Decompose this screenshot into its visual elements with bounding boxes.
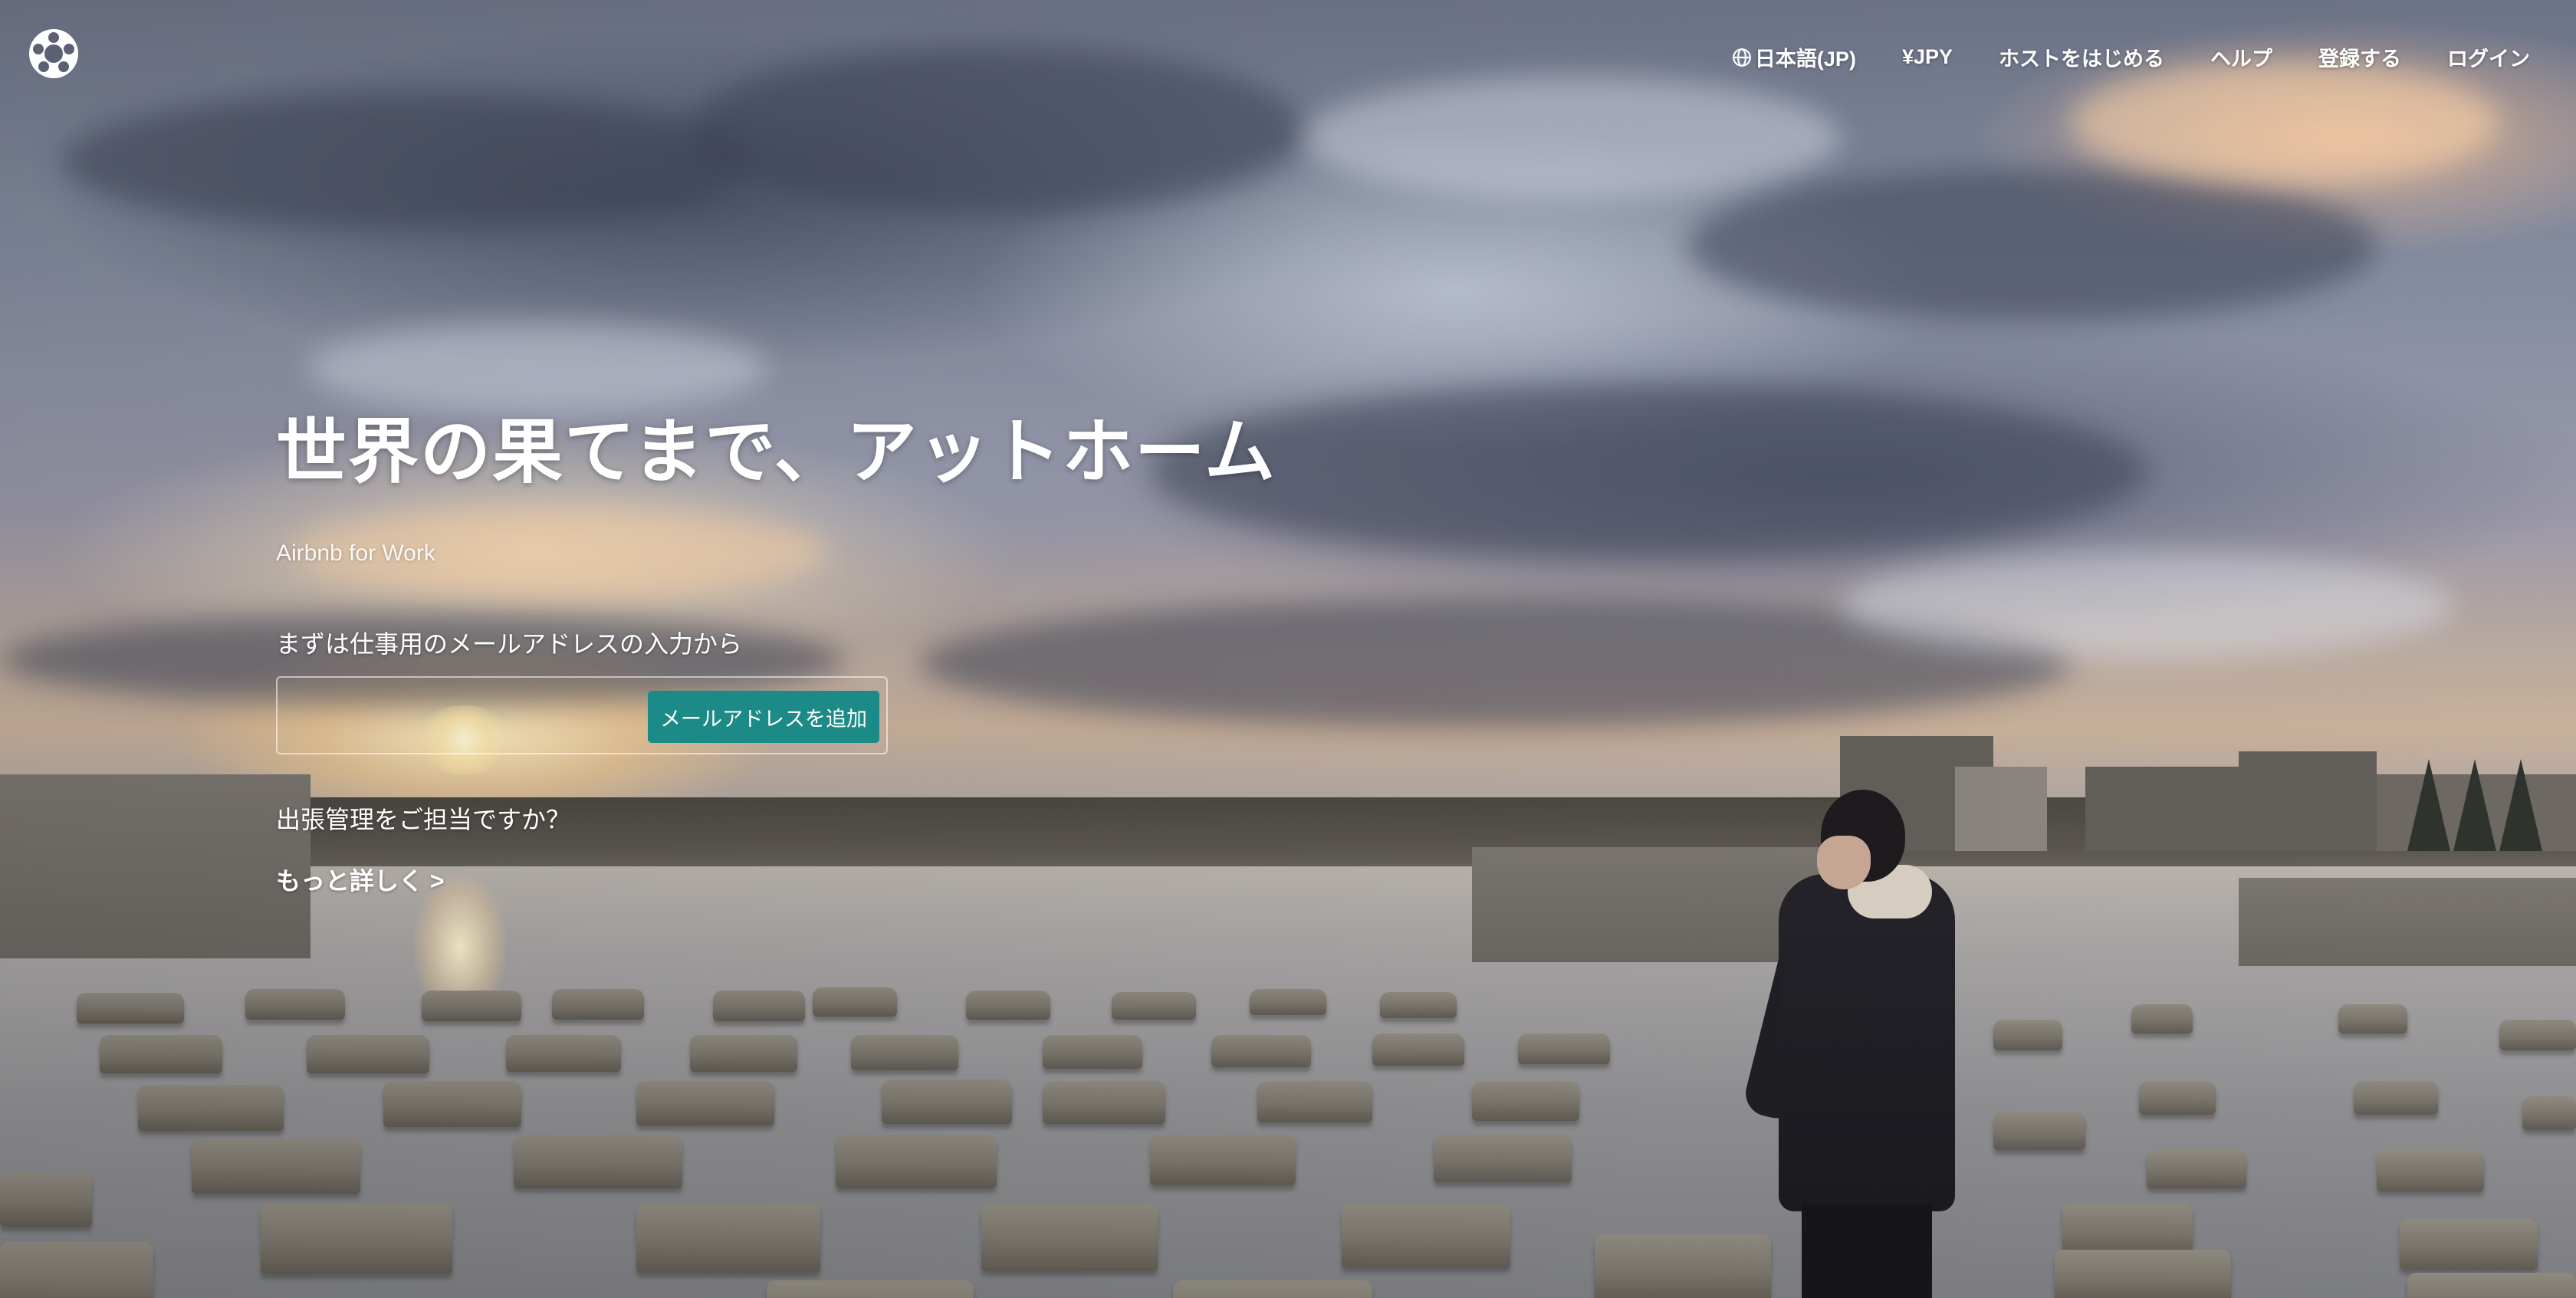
airbnb-logo-icon[interactable] (29, 29, 78, 78)
email-signup-form: メールアドレスを追加 (276, 676, 888, 754)
language-label: 日本語(JP) (1754, 48, 1856, 71)
become-host-link[interactable]: ホストをはじめる (1999, 42, 2164, 72)
hero-section: 世界の果てまで、アットホーム Airbnb for Work (276, 406, 1426, 569)
add-email-button[interactable]: メールアドレスを追加 (648, 691, 879, 743)
globe-icon (1733, 48, 1751, 67)
currency-selector[interactable]: ¥JPY (1902, 45, 1953, 69)
signup-link[interactable]: 登録する (2318, 42, 2401, 72)
login-link[interactable]: ログイン (2447, 42, 2530, 72)
work-email-input[interactable] (278, 678, 638, 753)
learn-more-link[interactable]: もっと詳しく > (276, 864, 445, 898)
hero-subtitle: Airbnb for Work (276, 541, 435, 566)
language-selector[interactable]: 日本語(JP) (1732, 42, 1856, 72)
email-prompt-text: まずは仕事用のメールアドレスの入力から (276, 630, 743, 658)
top-navigation: 日本語(JP) ¥JPY ホストをはじめる ヘルプ 登録する ログイン (1732, 42, 2530, 72)
landing-page: 日本語(JP) ¥JPY ホストをはじめる ヘルプ 登録する ログイン 世界の果… (0, 0, 2576, 1298)
help-link[interactable]: ヘルプ (2210, 42, 2272, 72)
travel-manager-question: 出張管理をご担当ですか？ (276, 806, 571, 833)
hero-title: 世界の果てまで、アットホーム (276, 413, 1276, 491)
